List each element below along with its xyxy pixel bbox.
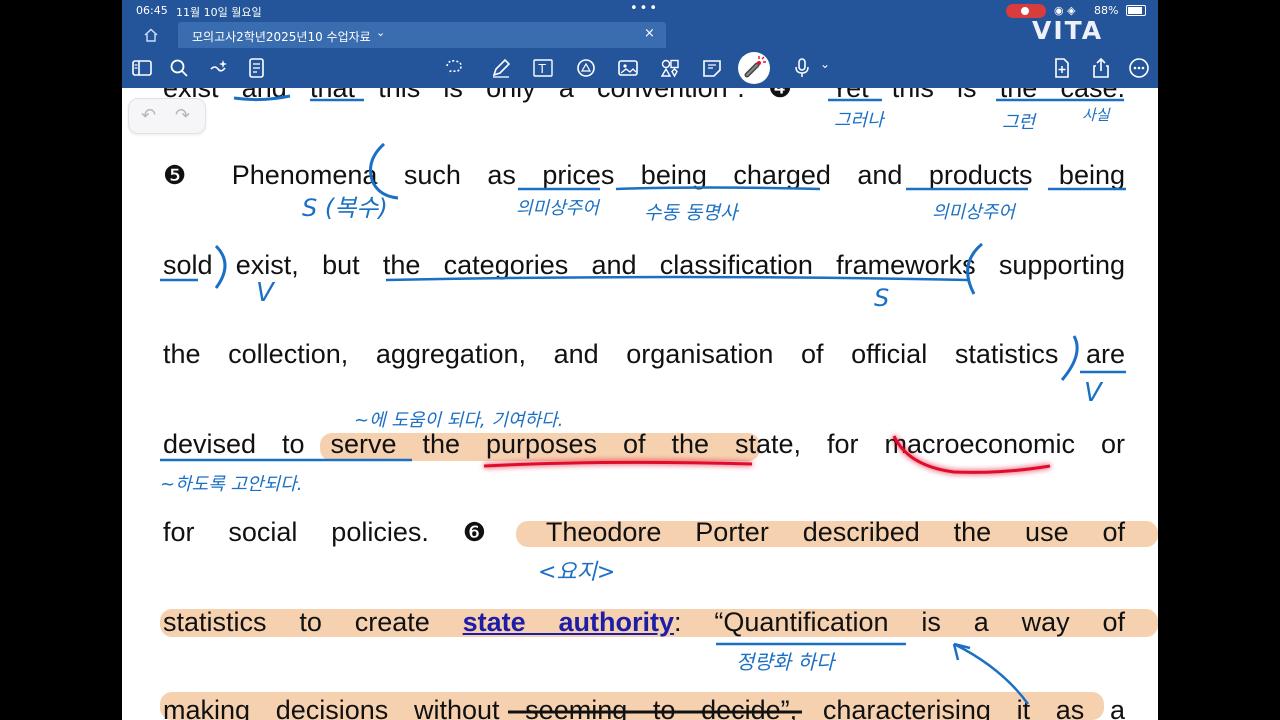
- handwritten-note: 그러나: [834, 110, 884, 131]
- search-icon[interactable]: [167, 56, 191, 80]
- handwritten-note: V: [256, 278, 274, 308]
- handwritten-note: 의미상주어: [932, 202, 1015, 223]
- toolbar: T ⌄: [122, 48, 1158, 88]
- vita-watermark: VITA: [1032, 16, 1104, 45]
- shapes-icon[interactable]: [574, 56, 598, 80]
- handwritten-note: 정량화 하다: [736, 650, 835, 674]
- mic-chevron-icon[interactable]: ⌄: [820, 57, 830, 71]
- tab-bar: 모의고사2학년2025년10 수업자료 ⌄ ×: [122, 22, 1158, 48]
- tab-title: 모의고사2학년2025년10 수업자료: [192, 30, 371, 44]
- handwriting-layer: [160, 94, 1126, 714]
- share-icon[interactable]: [1089, 56, 1113, 80]
- status-bar: 06:45 11월 10일 월요일 ••• ◉ ◈ 88%: [122, 0, 1158, 22]
- handwritten-note: ~하도록 고안되다.: [160, 474, 303, 495]
- laser-pointer-button[interactable]: [738, 52, 770, 84]
- undo-redo-panel: ↶ ↷: [128, 98, 206, 134]
- chevron-down-icon[interactable]: ⌄: [376, 26, 385, 39]
- textbox-icon[interactable]: T: [531, 56, 555, 80]
- handwritten-note: ~에 도움이 되다, 기여하다.: [354, 410, 564, 431]
- handwritten-note: S (복수): [302, 194, 388, 222]
- status-time: 06:45: [136, 4, 168, 17]
- handwritten-note: <요지>: [538, 560, 616, 585]
- lasso-icon[interactable]: [442, 56, 466, 80]
- handwritten-note: 수동 동명사: [644, 202, 738, 224]
- battery-icon: [1126, 5, 1146, 16]
- laser-pointer-icon: [744, 56, 766, 78]
- tablet-screen: 06:45 11월 10일 월요일 ••• ◉ ◈ 88% 모의고사2학년202…: [122, 0, 1158, 720]
- magic-icon[interactable]: [206, 56, 230, 80]
- elements-icon[interactable]: [658, 56, 682, 80]
- document-tab[interactable]: 모의고사2학년2025년10 수업자료 ⌄ ×: [178, 22, 666, 48]
- close-tab-icon[interactable]: ×: [644, 26, 655, 41]
- handwritten-note: 사실: [1082, 106, 1110, 124]
- undo-icon[interactable]: ↶: [141, 105, 156, 126]
- sidebar-icon[interactable]: [130, 56, 154, 80]
- add-page-icon[interactable]: [1050, 56, 1074, 80]
- status-date: 11월 10일 월요일: [176, 6, 262, 19]
- image-icon[interactable]: [616, 56, 640, 80]
- multitasking-dots-icon[interactable]: •••: [630, 1, 659, 16]
- pen-icon[interactable]: [489, 56, 513, 80]
- handwritten-note: 의미상주어: [516, 198, 599, 219]
- handwritten-note: 그런: [1002, 112, 1036, 133]
- document-icon[interactable]: [245, 56, 269, 80]
- redo-icon[interactable]: ↷: [175, 105, 190, 126]
- svg-text:T: T: [538, 62, 547, 76]
- more-icon[interactable]: [1127, 56, 1151, 80]
- microphone-icon[interactable]: [790, 56, 814, 80]
- home-icon[interactable]: [142, 26, 160, 44]
- handwritten-note: S: [874, 284, 890, 312]
- document-page[interactable]: exist and that this is only a convention…: [122, 88, 1158, 720]
- handwritten-note: V: [1084, 378, 1102, 408]
- sticky-note-icon[interactable]: [700, 56, 724, 80]
